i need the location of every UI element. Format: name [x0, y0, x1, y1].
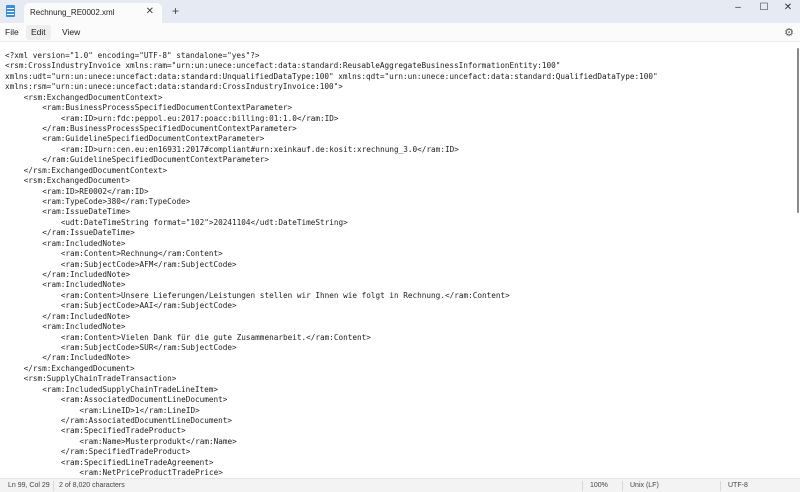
divider — [582, 481, 583, 491]
code-line: <ram:NetPriceProductTradePrice> — [79, 468, 223, 478]
maximize-button[interactable]: ☐ — [754, 2, 774, 13]
code-line: </ram:IncludedNote> — [42, 311, 131, 321]
code-line: </ram:AssociatedDocumentLineDocument> — [60, 416, 233, 426]
code-line: xmlns:rsm="urn:un:unece:uncefact:data:st… — [5, 82, 343, 92]
code-line: <ram:ID>urn:fdc:peppol.eu:2017:poacc:bil… — [60, 113, 339, 123]
code-line: <ram:IncludedNote> — [42, 322, 126, 332]
divider — [622, 481, 623, 491]
code-line: </ram:BusinessProcessSpecifiedDocumentCo… — [42, 124, 297, 133]
code-line: <?xml version="1.0" encoding="UTF-8" sta… — [5, 51, 260, 60]
vertical-scrollbar[interactable] — [797, 48, 799, 213]
menu-file[interactable]: File — [0, 25, 24, 40]
code-line: <ram:Content>Vielen Dank für die gute Zu… — [60, 332, 371, 342]
code-line: <ram:BusinessProcessSpecifiedDocumentCon… — [42, 103, 293, 113]
menu-bar: File Edit View ⚙ — [0, 23, 800, 42]
code-line: </ram:SpecifiedTradeProduct> — [60, 447, 191, 457]
settings-gear-icon[interactable]: ⚙ — [784, 26, 794, 39]
new-tab-button[interactable]: + — [172, 4, 179, 18]
title-bar: Rechnung_RE0002.xml ✕ + – ☐ ✕ — [0, 0, 800, 23]
code-line: <rsm:CrossIndustryInvoice xmlns:ram="urn… — [5, 61, 561, 71]
code-line: <ram:SubjectCode>SUR</ram:SubjectCode> — [60, 343, 237, 353]
code-line: <ram:SubjectCode>AAI</ram:SubjectCode> — [60, 301, 237, 311]
document-tab[interactable]: Rechnung_RE0002.xml ✕ — [24, 3, 162, 23]
tab-title: Rechnung_RE0002.xml — [30, 8, 115, 17]
code-line: <ram:ID>RE0002</ram:ID> — [42, 186, 149, 196]
code-line: </ram:IncludedNote> — [42, 270, 131, 280]
close-tab-icon[interactable]: ✕ — [146, 6, 154, 17]
line-ending[interactable]: Unix (LF) — [630, 482, 659, 489]
notepad-app-icon — [6, 5, 15, 17]
code-line: <ram:SpecifiedLineTradeAgreement> — [60, 457, 214, 467]
divider — [720, 481, 721, 491]
code-line: <rsm:SupplyChainTradeTransaction> — [23, 374, 177, 384]
zoom-level[interactable]: 100% — [590, 482, 608, 489]
divider — [53, 481, 54, 491]
minimize-button[interactable]: – — [728, 2, 748, 13]
code-line: <udt:DateTimeString format="102">2024110… — [60, 217, 348, 227]
close-window-button[interactable]: ✕ — [778, 2, 798, 13]
code-line: </ram:IncludedNote> — [42, 353, 131, 363]
code-line: <ram:Name>Musterprodukt</ram:Name> — [79, 436, 237, 446]
code-line: <ram:IncludedNote> — [42, 280, 126, 290]
code-line: <ram:Content>Rechnung</ram:Content> — [60, 249, 223, 259]
code-line: <ram:ID>urn:cen.eu:en16931:2017#complian… — [60, 144, 459, 154]
encoding[interactable]: UTF-8 — [728, 482, 748, 489]
code-line: xmlns:udt="urn:un:unece:uncefact:data:st… — [5, 71, 658, 81]
code-line: <ram:GuidelineSpecifiedDocumentContextPa… — [42, 134, 265, 144]
code-line: </ram:IssueDateTime> — [42, 228, 135, 238]
code-line: </rsm:ExchangedDocumentContext> — [23, 165, 168, 175]
cursor-position: Ln 99, Col 29 — [8, 482, 50, 489]
code-line: <ram:SpecifiedTradeProduct> — [60, 426, 186, 436]
code-line: <ram:IncludedNote> — [42, 238, 126, 248]
text-editor[interactable]: <?xml version="1.0" encoding="UTF-8" sta… — [0, 42, 797, 478]
code-line: <ram:IssueDateTime> — [42, 207, 131, 217]
status-bar: Ln 99, Col 29 2 of 8,020 characters 100%… — [0, 478, 800, 492]
code-line: <rsm:ExchangedDocumentContext> — [23, 92, 163, 102]
code-line: </ram:GuidelineSpecifiedDocumentContextP… — [42, 155, 269, 165]
menu-edit[interactable]: Edit — [26, 25, 51, 40]
code-line: <rsm:ExchangedDocument> — [23, 176, 131, 186]
character-count: 2 of 8,020 characters — [59, 482, 125, 489]
code-line: <ram:LineID>1</ram:LineID> — [79, 405, 200, 415]
code-line: <ram:IncludedSupplyChainTradeLineItem> — [42, 384, 219, 394]
code-line: <ram:TypeCode>380</ram:TypeCode> — [42, 197, 191, 207]
code-line: <ram:SubjectCode>AFM</ram:SubjectCode> — [60, 259, 237, 269]
code-line: </rsm:ExchangedDocument> — [23, 363, 135, 373]
menu-view[interactable]: View — [57, 25, 85, 40]
code-line: <ram:Content>Unsere Lieferungen/Leistung… — [60, 290, 510, 300]
code-line: <ram:AssociatedDocumentLineDocument> — [60, 395, 228, 405]
